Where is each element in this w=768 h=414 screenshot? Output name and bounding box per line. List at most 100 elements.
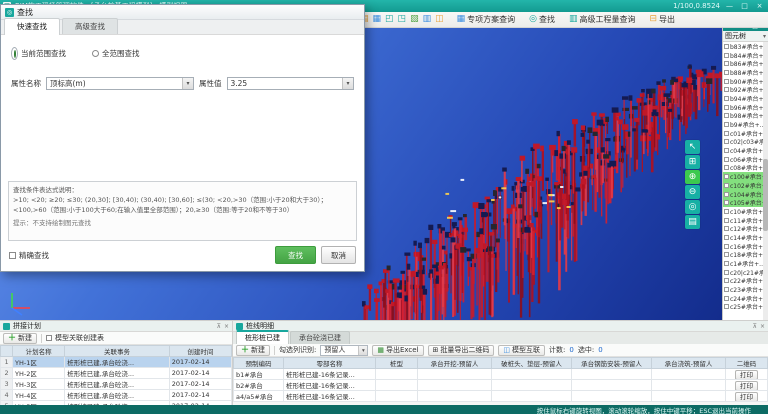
print-button[interactable]: 打印	[735, 370, 758, 380]
checkbox-icon[interactable]	[724, 131, 729, 136]
find-button[interactable]: ◎查找	[524, 13, 560, 26]
checkbox-icon[interactable]	[724, 270, 729, 275]
checkbox-icon[interactable]	[724, 200, 729, 205]
tree-item[interactable]: c104#承台+...	[723, 190, 763, 199]
fit-view-tool[interactable]: ◎	[685, 200, 700, 214]
minimize-button[interactable]: —	[724, 2, 735, 10]
undo-icon[interactable]: ◰	[385, 14, 394, 25]
model-link-button[interactable]: ◫ 模型互联	[498, 345, 545, 356]
find-confirm-button[interactable]: 查找	[275, 246, 316, 264]
tree-item[interactable]: c23#承台+...	[723, 285, 763, 294]
tree-item[interactable]: c14#承台+...	[723, 233, 763, 242]
detail-col-7[interactable]: 二维码	[726, 358, 768, 369]
plan-col-2[interactable]: 创建时间	[169, 346, 231, 357]
detail-col-6[interactable]: 承台浇筑-预留人	[652, 358, 726, 369]
detail-col-3[interactable]: 承台开挖-预留人	[418, 358, 492, 369]
detail-col-0[interactable]: 预制编码	[234, 358, 284, 369]
tree-item[interactable]: c105#承台+...	[723, 198, 763, 207]
checkbox-icon[interactable]	[724, 70, 729, 75]
special-plan-query-button[interactable]: ▦专项方案查询	[452, 13, 521, 26]
checkbox-icon[interactable]	[724, 148, 729, 153]
checkbox-icon[interactable]	[724, 53, 729, 58]
checkbox-icon[interactable]	[724, 244, 729, 249]
select-tool[interactable]: ↖	[685, 140, 700, 154]
tree-item[interactable]: c02|c03#承...	[723, 138, 763, 147]
scope-radio-1[interactable]: 全范围查找	[92, 48, 140, 59]
pin-icon[interactable]: ⊼	[217, 323, 221, 330]
checkbox-icon[interactable]	[724, 235, 729, 240]
checkbox-icon[interactable]	[724, 87, 729, 92]
zoom-in-tool[interactable]: ⊕	[685, 170, 700, 184]
tree-item[interactable]: c25#承台+...	[723, 303, 763, 312]
pin-icon[interactable]: ⊼	[753, 323, 757, 330]
checkbox-icon[interactable]	[724, 96, 729, 101]
checkbox-icon[interactable]	[724, 174, 729, 179]
tree-item[interactable]: c08#承台+...	[723, 164, 763, 173]
tree-item[interactable]: c100#承台+...	[723, 172, 763, 181]
tree-item[interactable]: c22#承台+...	[723, 277, 763, 286]
checkbox-icon[interactable]	[724, 218, 729, 223]
tree-item[interactable]: b86#承台+...	[723, 59, 763, 68]
checkbox-icon[interactable]	[724, 61, 729, 66]
detail-col-4[interactable]: 破桩头、垫层-预留人	[492, 358, 572, 369]
tree-item[interactable]: c11#承台+...	[723, 216, 763, 225]
plan-row[interactable]: 2YH-2区桩形桩已建,承台砼浇...2017-02-14	[1, 368, 232, 379]
dialog-tab-1[interactable]: 高级查找	[62, 18, 118, 34]
tree-item[interactable]: b94#承台+...	[723, 94, 763, 103]
settings-icon[interactable]: ◫	[435, 14, 444, 25]
detail-row[interactable]: b1#承台桩形桩已建-16条记录...打印	[234, 369, 768, 380]
detail-tab-0[interactable]: 桩形桩已建	[236, 330, 289, 344]
zoom-out-tool[interactable]: ⊖	[685, 185, 700, 199]
measure-icon[interactable]: ▧	[410, 14, 419, 25]
tree-item[interactable]: b88#承台+...	[723, 68, 763, 77]
pan-tool[interactable]: ⊞	[685, 155, 700, 169]
chevron-down-icon[interactable]: ▾	[763, 33, 766, 40]
checkbox-icon[interactable]	[724, 304, 729, 309]
view-mode-tool[interactable]: ▤	[685, 215, 700, 229]
detail-col-1[interactable]: 零部名称	[284, 358, 376, 369]
export-qr-button[interactable]: ⊞ 批量导出二维码	[428, 345, 495, 356]
plan-option-checkbox[interactable]: 模型关联创建表	[46, 333, 104, 343]
tree-item[interactable]: c24#承台+...	[723, 294, 763, 303]
tree-scrollbar-thumb[interactable]	[763, 159, 768, 231]
detail-col-2[interactable]: 桩型	[376, 358, 418, 369]
checkbox-icon[interactable]	[724, 252, 729, 257]
tree-item[interactable]: b83#承台+...	[723, 42, 763, 51]
plan-row[interactable]: 4YH-4区桩形桩已建,承台砼浇...2017-02-14	[1, 390, 232, 401]
checkbox-icon[interactable]	[724, 105, 729, 110]
checkbox-icon[interactable]	[724, 261, 729, 266]
print-button[interactable]: 打印	[735, 381, 758, 391]
detail-col-5[interactable]: 承台钢筋安装-预留人	[572, 358, 652, 369]
close-icon[interactable]: ×	[760, 323, 765, 330]
tree-item[interactable]: b90#承台+...	[723, 77, 763, 86]
tree-item[interactable]: b96#承台+...	[723, 103, 763, 112]
checkbox-icon[interactable]	[724, 209, 729, 214]
redo-icon[interactable]: ◳	[398, 14, 407, 25]
checkbox-icon[interactable]	[724, 122, 729, 127]
dialog-tab-0[interactable]: 快速查找	[4, 18, 60, 35]
exact-search-checkbox[interactable]: 精确查找	[9, 250, 49, 261]
tree-item[interactable]: c16#承台+...	[723, 242, 763, 251]
cancel-button[interactable]: 取消	[321, 246, 356, 264]
property-name-select[interactable]: 顶标高(m) ▾	[46, 77, 194, 90]
tree-item[interactable]: c102#承台+...	[723, 181, 763, 190]
tree-item[interactable]: c10#承台+...	[723, 207, 763, 216]
plan-row[interactable]: 3YH-3区桩形桩已建,承台砼浇...2017-02-14	[1, 379, 232, 390]
checkbox-icon[interactable]	[724, 183, 729, 188]
detail-row[interactable]: a4/a5#承台桩形桩已建-16条记录...打印	[234, 391, 768, 402]
tree-item[interactable]: b98#承台+...	[723, 112, 763, 121]
advanced-quantity-query-button[interactable]: ▥高级工程量查询	[564, 13, 641, 26]
tree-item[interactable]: c01#承台+...	[723, 129, 763, 138]
plan-new-button[interactable]: ＋ 新建	[3, 333, 37, 344]
checkbox-icon[interactable]	[724, 79, 729, 84]
tree-item[interactable]: b9#承台+...	[723, 120, 763, 129]
plan-row[interactable]: 1YH-1区桩形桩已建,承台砼浇...2017-02-14	[1, 357, 232, 368]
close-icon[interactable]: ×	[224, 323, 229, 330]
scope-radio-0[interactable]: 当前范围查找	[11, 47, 66, 60]
checkbox-icon[interactable]	[724, 157, 729, 162]
checkbox-icon[interactable]	[724, 226, 729, 231]
checkbox-icon[interactable]	[724, 296, 729, 301]
tree-item[interactable]: c04#承台+...	[723, 146, 763, 155]
tree-item[interactable]: c1#承台+...	[723, 259, 763, 268]
checkbox-icon[interactable]	[724, 139, 729, 144]
